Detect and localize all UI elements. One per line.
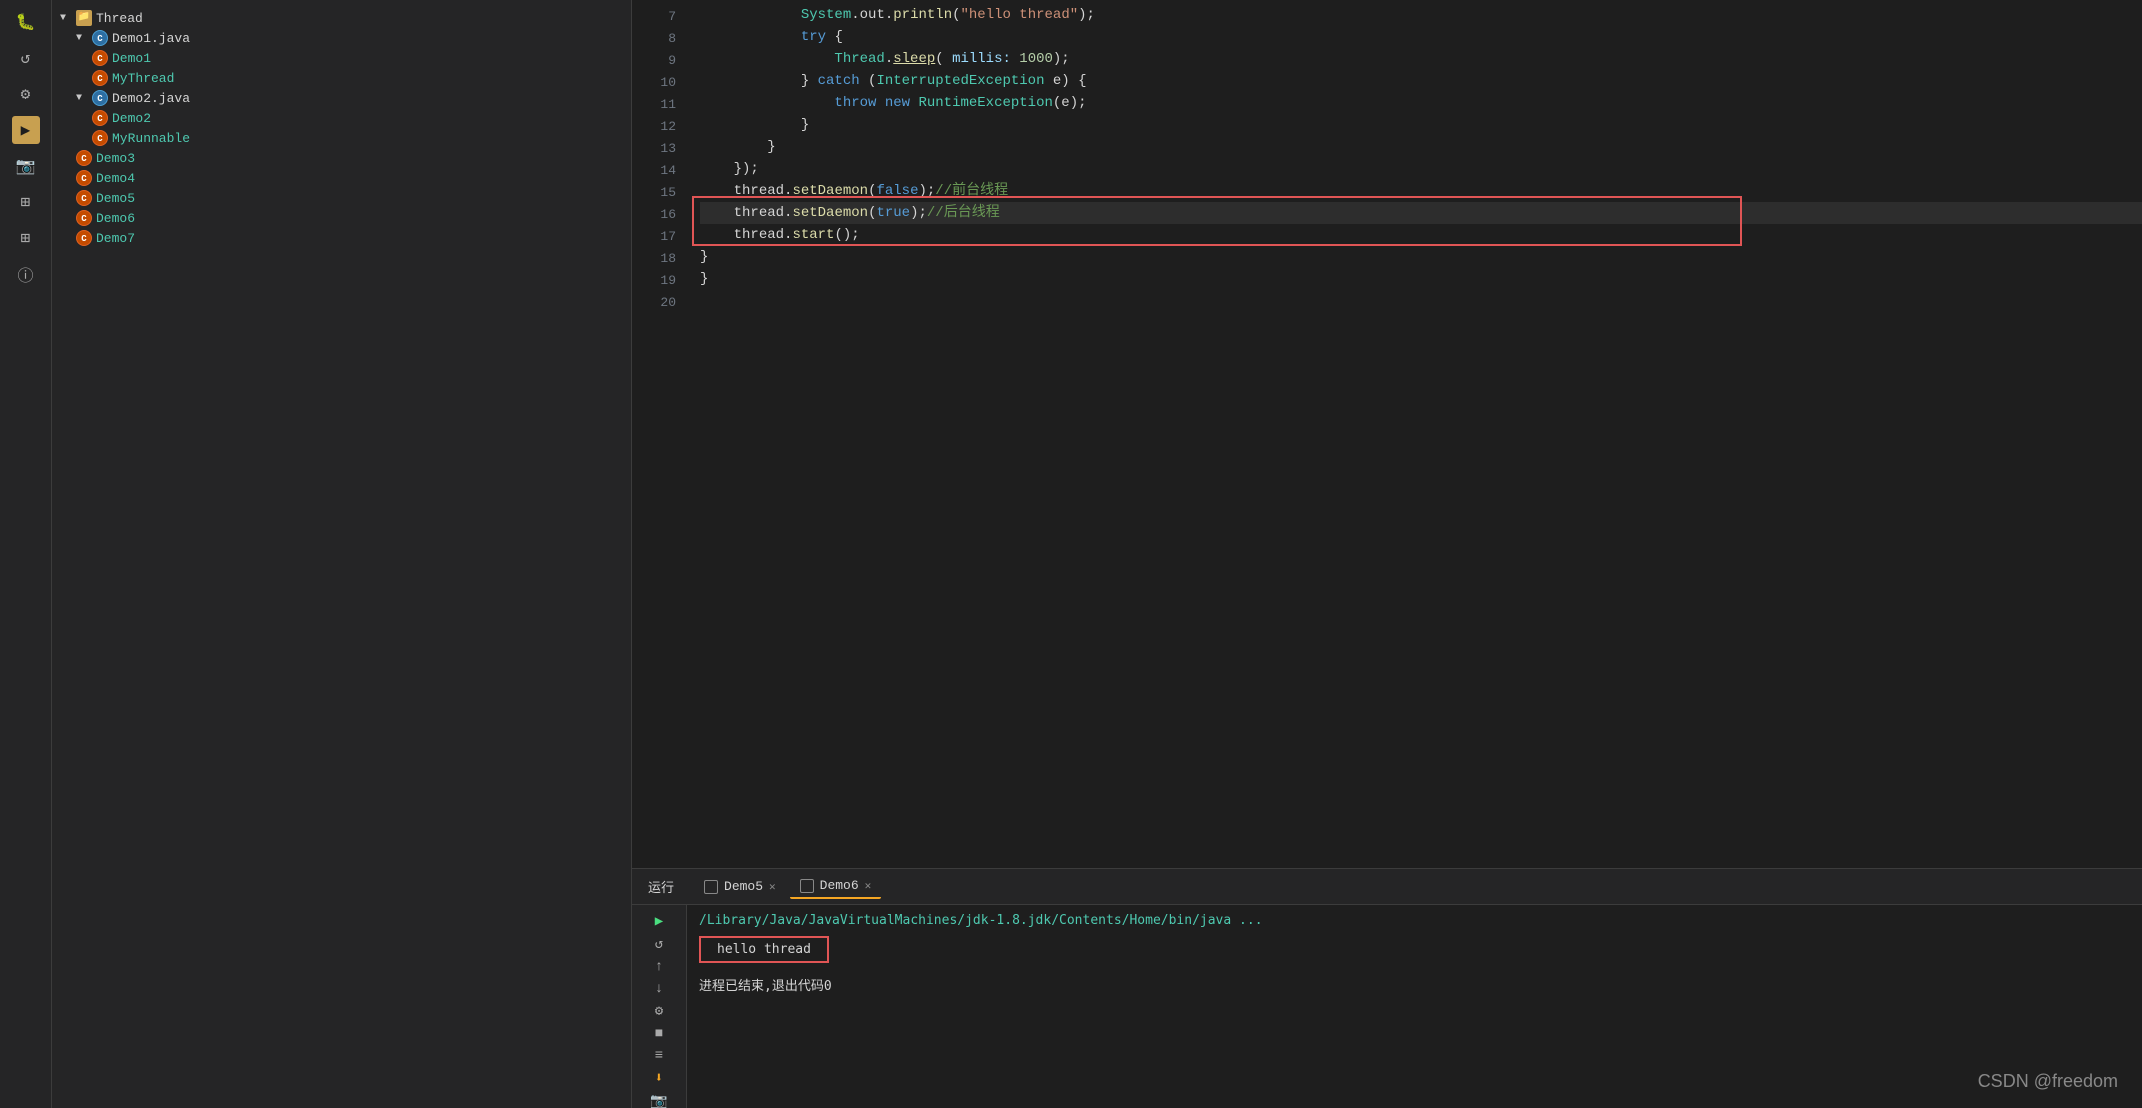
class-icon-myrunnable: C xyxy=(92,130,108,146)
settings-icon[interactable]: ⚙ xyxy=(12,80,40,108)
code-line-9: Thread.sleep( millis: 1000); xyxy=(700,48,2142,70)
code-line-10: } catch (InterruptedException e) { xyxy=(700,70,2142,92)
tree-arrow-demo1java: ▼ xyxy=(76,33,90,44)
bottom-left-icons: ▶ ↺ ↑ ↓ ⚙ ■ ≡ ⬇ 📷 🖨 🗑 xyxy=(632,905,687,1108)
class-icon-demo5: C xyxy=(76,190,92,206)
code-line-7: System.out.println("hello thread"); xyxy=(700,4,2142,26)
bottom-stop-icon[interactable]: ■ xyxy=(648,1026,670,1042)
class-icon-mythread: C xyxy=(92,70,108,86)
bottom-camera-icon[interactable]: 📷 xyxy=(648,1093,670,1108)
terminal-output-box-wrapper: hello thread xyxy=(699,932,2130,967)
bug-icon[interactable]: 🐛 xyxy=(12,8,40,36)
tree-item-demo7[interactable]: C Demo7 xyxy=(52,228,631,248)
tree-item-demo2-class[interactable]: C Demo2 xyxy=(52,108,631,128)
code-line-19: } xyxy=(700,268,2142,290)
run-tab-icon-demo6 xyxy=(800,879,814,893)
code-line-17: thread.start(); xyxy=(700,224,2142,246)
class-icon-demo3: C xyxy=(76,150,92,166)
run-icon[interactable]: ▶ xyxy=(12,116,40,144)
bottom-panel: 运行 Demo5 ✕ Demo6 ✕ ▶ ↺ ↑ ↓ xyxy=(632,868,2142,1108)
code-line-14: }); xyxy=(700,158,2142,180)
attribution: CSDN @freedom xyxy=(1978,1071,2118,1092)
terminal-output-text: hello thread xyxy=(717,942,811,957)
tree-item-demo6[interactable]: C Demo6 xyxy=(52,208,631,228)
tree-item-demo1java[interactable]: ▼ C Demo1.java xyxy=(52,28,631,48)
tree-item-myrunnable[interactable]: C MyRunnable xyxy=(52,128,631,148)
bottom-run-icon[interactable]: ▶ xyxy=(648,913,670,930)
class-icon-demo1: C xyxy=(92,50,108,66)
code-line-8: try { xyxy=(700,26,2142,48)
tree-item-demo1-class[interactable]: C Demo1 xyxy=(52,48,631,68)
editor-area: 7 8 9 10 11 12 13 14 15 16 17 18 19 20 xyxy=(632,0,2142,1108)
tree-arrow-demo2java: ▼ xyxy=(76,93,90,104)
tree-label-demo6: Demo6 xyxy=(96,211,135,226)
terminal-output-box: hello thread xyxy=(699,936,829,963)
run-tab-icon-demo5 xyxy=(704,880,718,894)
tree-label-demo3: Demo3 xyxy=(96,151,135,166)
tree-label-demo1: Demo1 xyxy=(112,51,151,66)
run-tabs-bar: 运行 Demo5 ✕ Demo6 ✕ xyxy=(632,869,2142,905)
tree-item-mythread[interactable]: C MyThread xyxy=(52,68,631,88)
java-file-icon-demo1: C xyxy=(92,30,108,46)
run-tab-close-demo6[interactable]: ✕ xyxy=(865,879,872,893)
info-icon[interactable]: ⓘ xyxy=(12,260,40,288)
run-tab-label-demo6: Demo6 xyxy=(820,878,859,893)
file-tree-sidebar: ▼ 📁 Thread ▼ C Demo1.java C Demo1 C MyTh… xyxy=(52,0,632,1108)
java-file-icon-demo2: C xyxy=(92,90,108,106)
terminal-icon[interactable]: ⊞ xyxy=(12,188,40,216)
bottom-up-icon[interactable]: ↑ xyxy=(648,959,670,975)
code-line-16: thread.setDaemon(true);//后台线程 xyxy=(700,202,2142,224)
bottom-settings-icon[interactable]: ⚙ xyxy=(648,1003,670,1020)
terminal-output-area: /Library/Java/JavaVirtualMachines/jdk-1.… xyxy=(687,905,2142,1108)
folder-label-thread: Thread xyxy=(96,11,143,26)
code-line-15: thread.setDaemon(false);//前台线程 xyxy=(700,180,2142,202)
tree-label-demo1java: Demo1.java xyxy=(112,31,190,46)
tree-item-demo3[interactable]: C Demo3 xyxy=(52,148,631,168)
code-area-wrapper: 7 8 9 10 11 12 13 14 15 16 17 18 19 20 xyxy=(632,0,2142,868)
bottom-content: ▶ ↺ ↑ ↓ ⚙ ■ ≡ ⬇ 📷 🖨 🗑 /Library/Java/Java… xyxy=(632,905,2142,1108)
tree-arrow-thread: ▼ xyxy=(60,13,74,24)
code-editor[interactable]: 7 8 9 10 11 12 13 14 15 16 17 18 19 20 xyxy=(632,0,2142,868)
grid-icon[interactable]: ⊞ xyxy=(12,224,40,252)
tree-label-demo5: Demo5 xyxy=(96,191,135,206)
code-line-13: } xyxy=(700,136,2142,158)
tree-label-demo2java: Demo2.java xyxy=(112,91,190,106)
code-line-18: } xyxy=(700,246,2142,268)
bottom-list-icon[interactable]: ≡ xyxy=(648,1048,670,1064)
run-tab-close-demo5[interactable]: ✕ xyxy=(769,880,776,894)
main-area: 🐛 ↺ ⚙ ▶ 📷 ⊞ ⊞ ⓘ ▼ 📁 Thread ▼ C Demo1.jav… xyxy=(0,0,2142,1108)
tree-label-myrunnable: MyRunnable xyxy=(112,131,190,146)
tree-label-demo4: Demo4 xyxy=(96,171,135,186)
bottom-scroll-down-icon[interactable]: ⬇ xyxy=(648,1070,670,1087)
tree-label-demo2: Demo2 xyxy=(112,111,151,126)
code-text[interactable]: System.out.println("hello thread"); try … xyxy=(692,4,2142,868)
class-icon-demo7: C xyxy=(76,230,92,246)
code-line-11: throw new RuntimeException(e); xyxy=(700,92,2142,114)
class-icon-demo6: C xyxy=(76,210,92,226)
tree-folder-thread[interactable]: ▼ 📁 Thread xyxy=(52,8,631,28)
class-icon-demo4: C xyxy=(76,170,92,186)
code-line-12: } xyxy=(700,114,2142,136)
class-icon-demo2: C xyxy=(92,110,108,126)
run-label: 运行 xyxy=(640,873,682,900)
run-tab-demo5[interactable]: Demo5 ✕ xyxy=(694,875,786,898)
tree-label-demo7: Demo7 xyxy=(96,231,135,246)
camera-icon[interactable]: 📷 xyxy=(12,152,40,180)
terminal-end-text: 进程已结束,退出代码0 xyxy=(699,975,2130,994)
code-line-20 xyxy=(700,290,2142,312)
tree-item-demo5[interactable]: C Demo5 xyxy=(52,188,631,208)
bottom-refresh-icon[interactable]: ↺ xyxy=(648,936,670,953)
line-numbers: 7 8 9 10 11 12 13 14 15 16 17 18 19 20 xyxy=(632,4,692,868)
tree-item-demo2java[interactable]: ▼ C Demo2.java xyxy=(52,88,631,108)
run-tab-demo6[interactable]: Demo6 ✕ xyxy=(790,874,882,899)
refresh-icon[interactable]: ↺ xyxy=(12,44,40,72)
run-tab-label-demo5: Demo5 xyxy=(724,879,763,894)
bottom-down-icon[interactable]: ↓ xyxy=(648,981,670,997)
terminal-path: /Library/Java/JavaVirtualMachines/jdk-1.… xyxy=(699,913,2130,928)
tree-label-mythread: MyThread xyxy=(112,71,174,86)
tree-item-demo4[interactable]: C Demo4 xyxy=(52,168,631,188)
far-left-icon-bar: 🐛 ↺ ⚙ ▶ 📷 ⊞ ⊞ ⓘ xyxy=(0,0,52,1108)
folder-icon-thread: 📁 xyxy=(76,10,92,26)
